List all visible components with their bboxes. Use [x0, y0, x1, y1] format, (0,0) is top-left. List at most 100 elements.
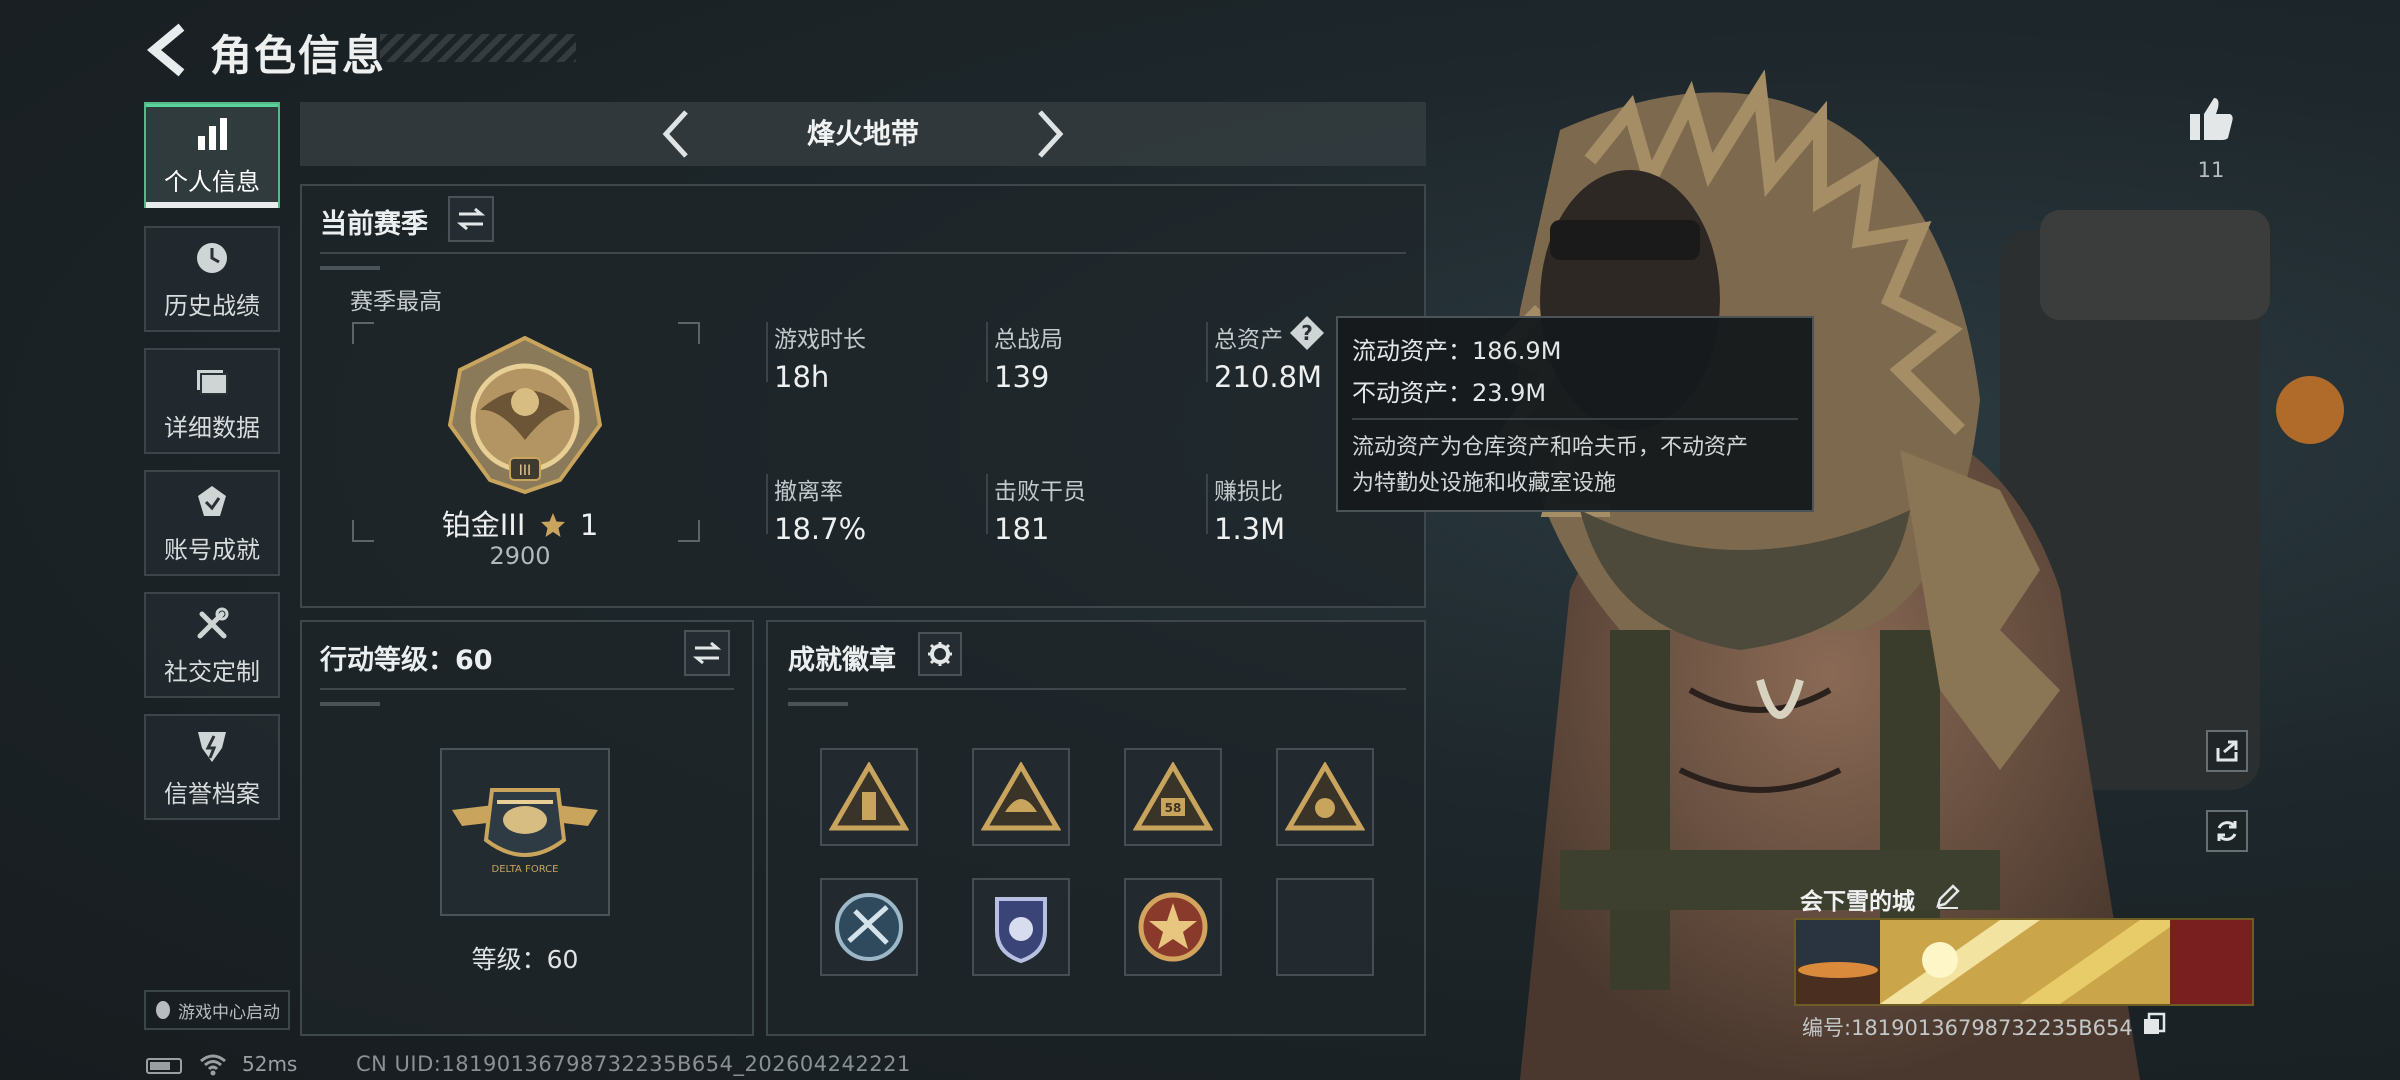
- stat-label-playtime: 游戏时长: [774, 327, 866, 353]
- tooltip-fixed-assets: 不动资产：23.9M: [1352, 379, 1547, 407]
- achievements-title: 成就徽章: [788, 645, 896, 676]
- gold-triangle-soldier-icon: [829, 762, 909, 831]
- wifi-icon: [200, 1054, 226, 1076]
- banner-golden-art: [1880, 920, 2252, 1004]
- swap-arrows-icon: [457, 207, 485, 231]
- achievement-slot[interactable]: [1276, 748, 1374, 846]
- svg-text:III: III: [519, 463, 531, 479]
- player-banner[interactable]: [1794, 918, 2254, 1006]
- svg-text:DELTA FORCE: DELTA FORCE: [492, 864, 559, 875]
- nav-item-detailed-data[interactable]: 详细数据: [144, 348, 280, 454]
- nav-label: 历史战绩: [164, 291, 260, 320]
- stat-label-extract-rate: 撤离率: [774, 479, 843, 505]
- divider-accent: [320, 266, 380, 270]
- stat-value-total-assets: 210.8M: [1214, 360, 1323, 394]
- swap-arrows-icon: [693, 641, 721, 665]
- achievement-slot[interactable]: [820, 878, 918, 976]
- title-decoration: [380, 34, 576, 62]
- divider: [320, 688, 734, 690]
- edit-pencil-icon[interactable]: [1934, 882, 1962, 910]
- level-label: 等级：60: [471, 945, 579, 974]
- stat-value-kills: 181: [994, 512, 1050, 546]
- divider: [320, 252, 1406, 254]
- back-arrow-icon[interactable]: [140, 22, 196, 78]
- achievement-slot[interactable]: [972, 878, 1070, 976]
- player-name: 会下雪的城: [1800, 889, 1915, 915]
- season-switch-button[interactable]: [448, 196, 494, 242]
- share-button[interactable]: [2206, 730, 2248, 772]
- help-icon[interactable]: ?: [1288, 314, 1326, 352]
- stat-value-playtime: 18h: [774, 360, 830, 394]
- tooltip-desc-line2: 为特勤处设施和收藏室设施: [1352, 471, 1617, 496]
- stat-label-total-matches: 总战局: [994, 327, 1063, 353]
- rank-score: 2900: [489, 542, 551, 570]
- achievement-slot[interactable]: 58: [1124, 748, 1222, 846]
- blue-crest-arrows-icon: [835, 893, 903, 961]
- gold-triangle-helmet-icon: [981, 762, 1061, 831]
- stat-divider: [1206, 322, 1208, 382]
- frame-corner: [352, 520, 374, 542]
- achievement-slot-empty[interactable]: [1276, 878, 1374, 976]
- stat-value-profit-ratio: 1.3M: [1214, 512, 1286, 546]
- penguin-icon: [156, 1001, 170, 1019]
- platinum-rank-badge-icon: III: [447, 335, 603, 495]
- next-mode-arrow-icon[interactable]: [1030, 108, 1070, 160]
- game-center-launch-button[interactable]: 游戏中心启动: [144, 990, 290, 1030]
- bar-chart-icon: [198, 117, 227, 150]
- helicopter-wings-badge-icon: DELTA FORCE: [452, 788, 598, 875]
- copy-icon[interactable]: [2142, 1012, 2166, 1036]
- page-title: 角色信息: [210, 31, 387, 80]
- nav-item-match-history[interactable]: 历史战绩: [144, 226, 280, 332]
- rank-name: 铂金III: [441, 508, 526, 542]
- nav-label: 个人信息: [164, 167, 260, 196]
- nav-item-achievements[interactable]: 账号成就: [144, 470, 280, 576]
- nav-label: 社交定制: [164, 657, 260, 686]
- divider-accent: [320, 702, 380, 706]
- uid-text: CN UID:18190136798732235B654_20260424222…: [356, 1052, 911, 1076]
- red-star-seal-icon: [1138, 892, 1208, 962]
- achievement-slot[interactable]: [1124, 878, 1222, 976]
- stat-value-total-matches: 139: [994, 360, 1050, 394]
- tooltip-desc-line1: 流动资产为仓库资产和哈夫币，不动资产: [1352, 435, 1749, 460]
- gear-icon: [928, 642, 952, 666]
- stat-divider: [766, 474, 768, 534]
- mode-name: 烽火地带: [806, 117, 919, 150]
- nav-label: 信誉档案: [164, 779, 260, 808]
- medal-icon: [198, 485, 226, 516]
- rotate-button[interactable]: [2206, 810, 2248, 852]
- share-icon: [2216, 740, 2238, 762]
- achievement-slot[interactable]: [972, 748, 1070, 846]
- history-clock-icon: [197, 242, 227, 273]
- stat-divider: [1206, 474, 1208, 534]
- achievement-slot[interactable]: [820, 748, 918, 846]
- gold-triangle-emblem-icon: [1285, 762, 1365, 831]
- stat-divider: [766, 322, 768, 382]
- shield-bolt-icon: [198, 731, 226, 762]
- divider: [788, 688, 1406, 690]
- nav-item-social-custom[interactable]: 社交定制: [144, 592, 280, 698]
- star-icon: [540, 513, 565, 537]
- battery-icon: [146, 1058, 182, 1074]
- frame-corner: [678, 520, 700, 542]
- stat-label-total-assets: 总资产: [1214, 327, 1283, 353]
- achievements-settings-button[interactable]: [918, 632, 962, 676]
- frame-corner: [352, 322, 374, 344]
- refresh-icon: [2217, 821, 2237, 841]
- season-best-label: 赛季最高: [350, 289, 442, 315]
- wrench-icon: [197, 607, 229, 638]
- folder-icon: [197, 369, 228, 395]
- thumbs-up-icon[interactable]: [2186, 94, 2236, 144]
- nav-item-personal-info[interactable]: 个人信息: [144, 102, 280, 208]
- launch-label: 游戏中心启动: [178, 1002, 280, 1023]
- level-switch-button[interactable]: [684, 630, 730, 676]
- svg-text:?: ?: [1301, 321, 1313, 345]
- stat-label-profit-ratio: 赚损比: [1214, 479, 1283, 505]
- gold-triangle-58-icon: 58: [1133, 762, 1213, 831]
- frame-corner: [678, 322, 700, 344]
- nav-item-reputation[interactable]: 信誉档案: [144, 714, 280, 820]
- ping-readout: 52ms: [242, 1052, 298, 1076]
- level-title: 行动等级：60: [320, 645, 493, 676]
- blue-shield-stars-icon: [995, 897, 1047, 964]
- tooltip-divider: [1352, 418, 1798, 420]
- nav-label: 详细数据: [164, 413, 260, 442]
